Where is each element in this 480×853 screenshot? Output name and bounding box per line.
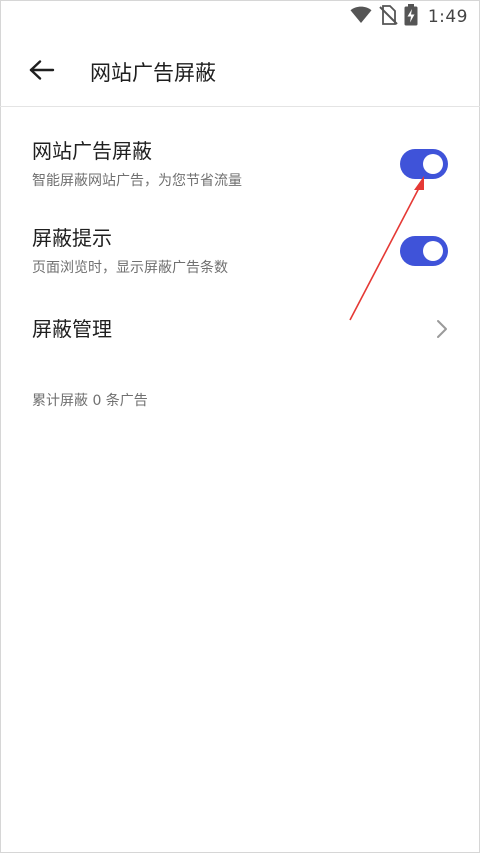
back-button[interactable] <box>22 52 62 92</box>
status-time: 1:49 <box>427 7 468 27</box>
screen-frame <box>0 0 480 853</box>
setting-title-block-manage: 屏蔽管理 <box>32 317 112 341</box>
toggle-knob <box>423 241 443 261</box>
setting-row-block-manage[interactable]: 屏蔽管理 <box>0 306 480 352</box>
setting-subtitle-block-hint: 页面浏览时，显示屏蔽广告条数 <box>32 260 228 276</box>
wifi-icon <box>350 6 372 28</box>
battery-charging-icon <box>404 4 418 30</box>
page-title: 网站广告屏蔽 <box>90 61 216 85</box>
block-hint-toggle[interactable] <box>400 236 448 266</box>
blocked-count-text: 累计屏蔽 0 条广告 <box>32 393 148 409</box>
setting-subtitle-ad-block: 智能屏蔽网站广告，为您节省流量 <box>32 173 242 189</box>
app-bar: 网站广告屏蔽 <box>0 34 480 107</box>
setting-title-block-hint: 屏蔽提示 <box>32 226 112 250</box>
chevron-right-icon <box>433 318 449 340</box>
setting-row-block-hint[interactable]: 屏蔽提示 页面浏览时，显示屏蔽广告条数 <box>0 219 480 289</box>
status-icons: 1:49 <box>350 4 468 30</box>
status-bar: 1:49 <box>0 0 480 34</box>
ad-block-toggle[interactable] <box>400 149 448 179</box>
setting-row-ad-block[interactable]: 网站广告屏蔽 智能屏蔽网站广告，为您节省流量 <box>0 132 480 202</box>
toggle-knob <box>423 154 443 174</box>
setting-title-ad-block: 网站广告屏蔽 <box>32 139 152 163</box>
arrow-left-icon <box>29 60 55 84</box>
no-sim-icon <box>378 5 398 29</box>
